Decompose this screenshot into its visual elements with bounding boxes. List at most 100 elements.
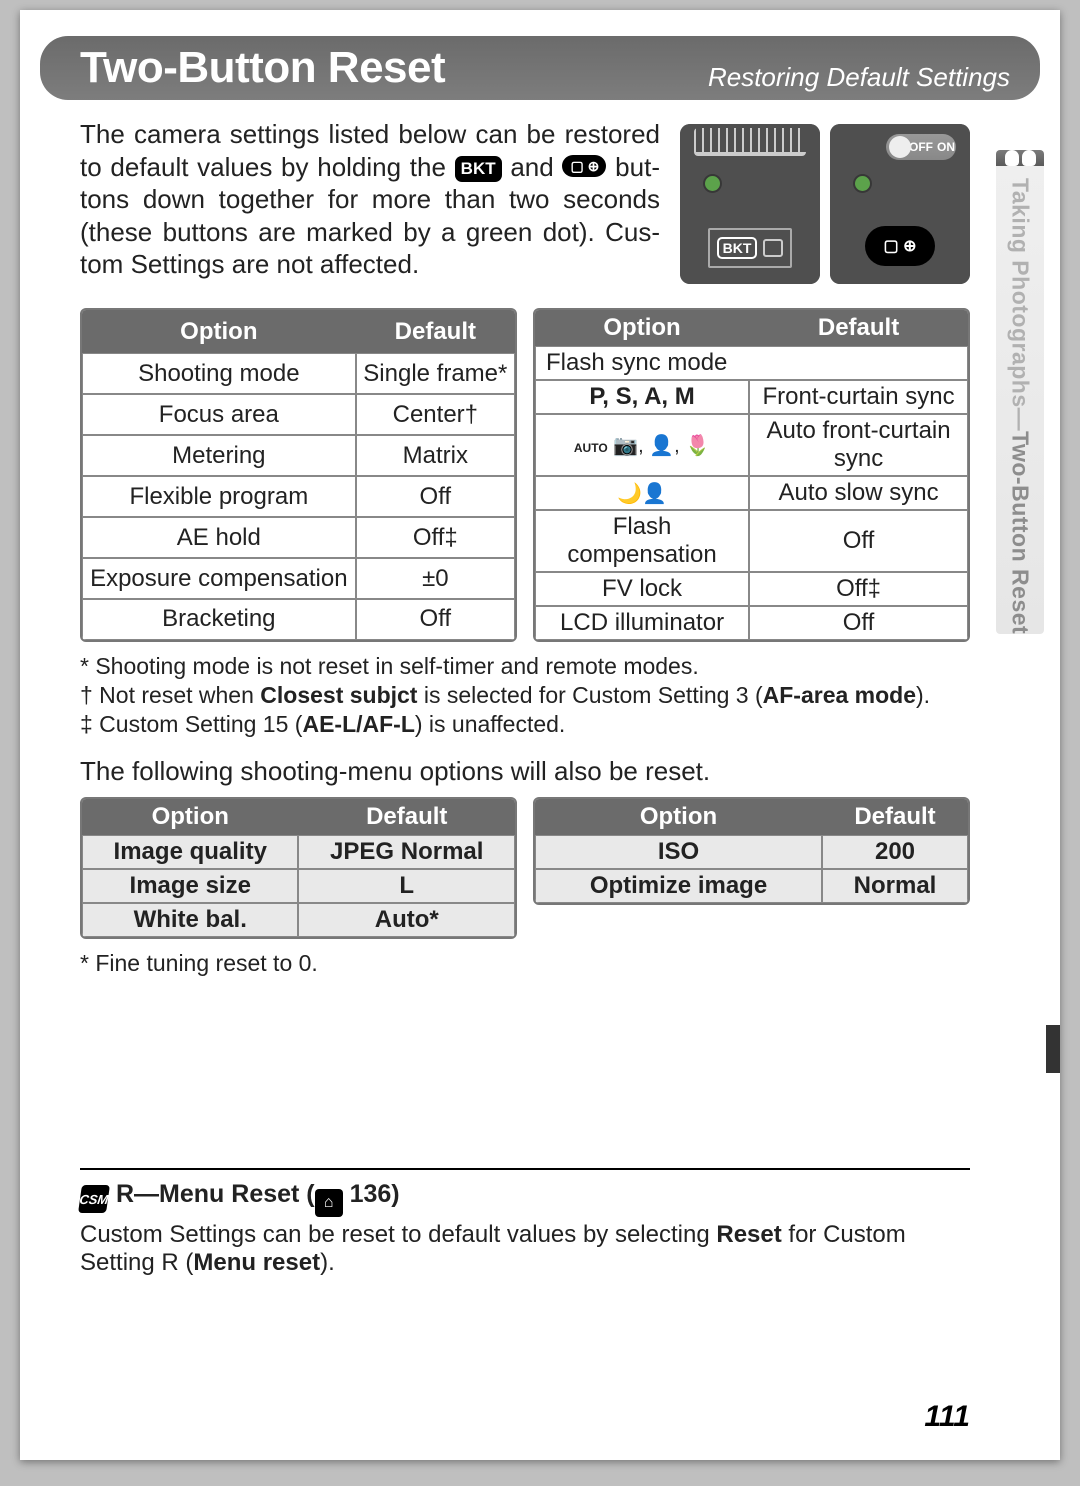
cell-option: FV lock [535, 572, 749, 606]
table-header-row: Option Default [535, 799, 968, 835]
macro-icon: 🌷 [685, 435, 710, 457]
cell-default: Single frame* [356, 353, 515, 394]
cell-option: White bal. [82, 903, 298, 937]
cell-option: Image quality [82, 835, 298, 869]
page-number: 111 [924, 1400, 970, 1434]
cell-default: Off [356, 476, 515, 517]
af-icon-glyphs: ▢ ⊕ [884, 236, 917, 256]
side-tab-cap [996, 150, 1044, 166]
table-row: Image sizeL [82, 869, 515, 903]
th-default: Default [356, 310, 515, 353]
table-row: 🌙👤 Auto slow sync [535, 476, 968, 510]
cell-default: Off [356, 599, 515, 640]
cell-default: Matrix [356, 435, 515, 476]
cell-option: Flash compensation [535, 510, 749, 572]
cell-default: Off‡ [749, 572, 968, 606]
night-portrait-icon: 🌙👤 [617, 483, 667, 505]
cell-option: Focus area [82, 394, 356, 435]
auto-camera-icon: AUTO [574, 441, 608, 455]
side-tab-text: Taking Photographs—Two-Button Reset [1007, 178, 1034, 634]
table-row: Image qualityJPEG Normal [82, 835, 515, 869]
scene-icon: 📷, [613, 435, 643, 457]
table-row: Shooting modeSingle frame* [82, 353, 515, 394]
page-title: Two-Button Reset [80, 40, 445, 96]
tables-row-1: Option Default Shooting modeSingle frame… [80, 308, 970, 642]
switch-off-label: OFF [909, 140, 933, 154]
table-row: Flash sync mode [535, 346, 968, 380]
footnotes-1: * Shooting mode is not reset in self-tim… [80, 652, 970, 738]
cell-default: Auto front-curtain sync [749, 414, 968, 476]
table-row: Flash compensationOff [535, 510, 968, 572]
cell-option: LCD illuminator [535, 606, 749, 640]
table-settings-left: Option Default Shooting modeSingle frame… [80, 308, 517, 642]
page-ref-icon: ⌂ [315, 1189, 343, 1217]
af-label-icon: ▢ ⊕ [562, 155, 606, 177]
cell-option: Shooting mode [82, 353, 356, 394]
table-row: FV lockOff‡ [535, 572, 968, 606]
section-text: The following shooting-menu options will… [80, 756, 970, 787]
table-row: BracketingOff [82, 599, 515, 640]
side-tab-text-2: Two-Button Reset [1008, 431, 1034, 634]
switch-on-label: ON [937, 140, 955, 154]
bkt-label-icon: BKT [455, 156, 502, 182]
csm-icon: CSM [78, 1185, 110, 1213]
side-tab: Taking Photographs—Two-Button Reset [996, 150, 1044, 630]
menu-reset-header: CSM R—Menu Reset (⌂ 136) [80, 1180, 970, 1217]
cell-option: Optimize image [535, 869, 822, 903]
cell-option: Exposure compensation [82, 558, 356, 599]
manual-page: Taking Photographs—Two-Button Reset Two-… [20, 10, 1060, 1460]
person-icon [1005, 150, 1019, 166]
cell-default: Auto* [298, 903, 515, 937]
table-row: AE holdOff‡ [82, 517, 515, 558]
cell-default: 200 [822, 835, 968, 869]
header-band: Two-Button Reset Restoring Default Setti… [40, 36, 1040, 100]
cell-subhead: Flash sync mode [535, 346, 968, 380]
table-row: LCD illuminatorOff [535, 606, 968, 640]
cell-option-icons: 🌙👤 [535, 476, 749, 510]
side-tab-text-1: Taking Photographs— [1008, 178, 1034, 431]
cell-option: Flexible program [82, 476, 356, 517]
bkt-button-icon: BKT [717, 237, 758, 259]
menu-reset-box: CSM R—Menu Reset (⌂ 136) Custom Settings… [80, 1168, 970, 1277]
footnote-b: † Not reset when Closest subjct is selec… [80, 681, 970, 710]
side-tab-body: Taking Photographs—Two-Button Reset [996, 166, 1044, 634]
cell-option-icons: AUTO 📷, 👤, 🌷 [535, 414, 749, 476]
cell-default: Front-curtain sync [749, 380, 968, 414]
th-option: Option [82, 799, 298, 835]
table-row: Optimize imageNormal [535, 869, 968, 903]
table-shooting-right: Option Default ISO200 Optimize imageNorm… [533, 797, 970, 905]
tables-row-2: Option Default Image qualityJPEG Normal … [80, 797, 970, 939]
cell-option: Image size [82, 869, 298, 903]
diagram-bkt: BKT [680, 124, 820, 284]
table-header-row: Option Default [82, 799, 515, 835]
cell-default: L [298, 869, 515, 903]
table-row: AUTO 📷, 👤, 🌷 Auto front-curtain sync [535, 414, 968, 476]
intro-wrap: BKT OFF ON ▢ ⊕ [80, 118, 970, 298]
cell-option: ISO [535, 835, 822, 869]
cell-default: ±0 [356, 558, 515, 599]
button-panel: BKT [708, 228, 792, 268]
edge-marker [1046, 1025, 1060, 1073]
th-option: Option [535, 310, 749, 346]
cell-default: Off [749, 606, 968, 640]
table-shooting-left: Option Default Image qualityJPEG Normal … [80, 797, 517, 939]
footnote-c: ‡ Custom Setting 15 (AE-L/AF-L) is unaff… [80, 710, 970, 739]
footnotes-2: * Fine tuning reset to 0. [80, 949, 970, 978]
cell-default: Off [749, 510, 968, 572]
footnote-a: * Fine tuning reset to 0. [80, 949, 970, 978]
th-option: Option [82, 310, 356, 353]
cell-option: Metering [82, 435, 356, 476]
cell-option: Bracketing [82, 599, 356, 640]
cell-option: AE hold [82, 517, 356, 558]
menu-reset-title: R—Menu Reset (⌂ 136) [116, 1180, 400, 1217]
cell-option: P, S, A, M [535, 380, 749, 414]
content-area: BKT OFF ON ▢ ⊕ [80, 118, 970, 978]
drive-button-icon [763, 239, 783, 257]
green-dot-icon [855, 176, 870, 191]
portrait-icon: 👤, [649, 435, 679, 457]
cell-default: Auto slow sync [749, 476, 968, 510]
table-row: P, S, A, MFront-curtain sync [535, 380, 968, 414]
table-row: White bal.Auto* [82, 903, 515, 937]
mode-dial-icon [694, 128, 806, 156]
page-subtitle: Restoring Default Settings [708, 62, 1010, 93]
